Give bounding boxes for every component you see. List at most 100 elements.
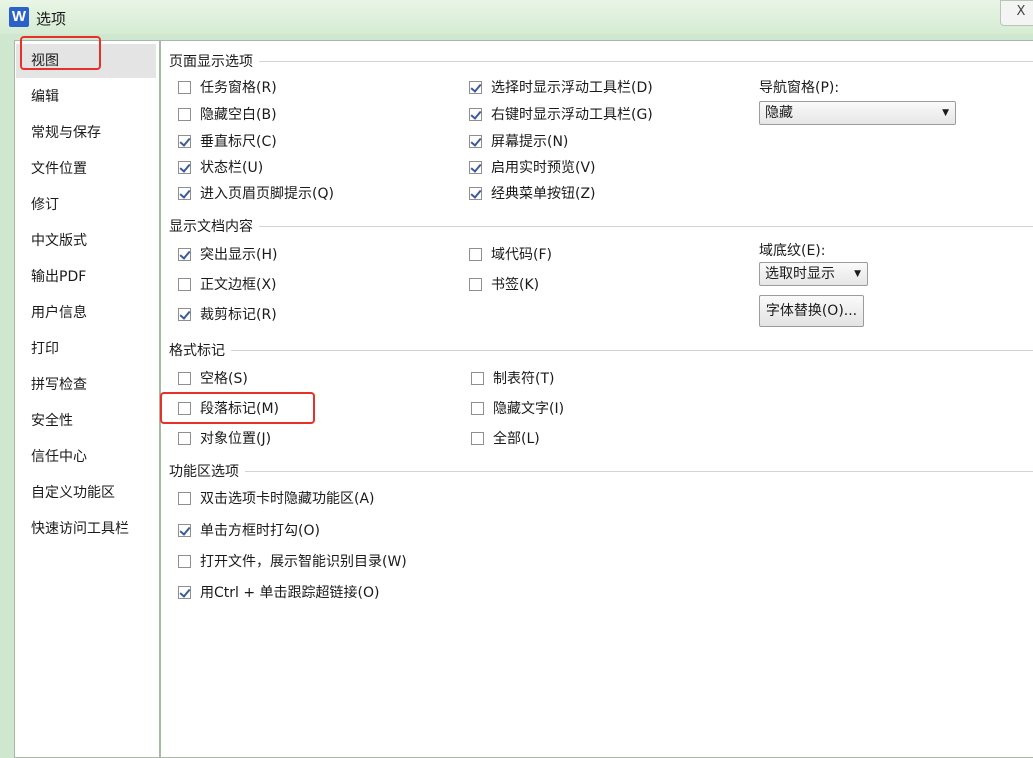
close-button[interactable]: X bbox=[1000, 0, 1033, 26]
section-divider bbox=[169, 226, 1033, 227]
options-content: 页面显示选项 任务窗格(R) 隐藏空白(B) 垂直标尺(C) 状态栏(U) 进入… bbox=[160, 40, 1033, 758]
option-label: 启用实时预览(V) bbox=[491, 160, 596, 176]
option-hide-whitespace[interactable]: 隐藏空白(B) bbox=[178, 104, 277, 124]
option-label: 域代码(F) bbox=[491, 247, 552, 263]
sidebar-item-trust-center[interactable]: 信任中心 bbox=[16, 440, 156, 474]
field-shading-label: 域底纹(E): bbox=[759, 243, 826, 259]
option-screen-tips[interactable]: 屏幕提示(N) bbox=[469, 131, 568, 151]
section-divider bbox=[169, 350, 1033, 351]
option-click-box-check[interactable]: 单击方框时打勾(O) bbox=[178, 520, 320, 540]
option-classic-menu[interactable]: 经典菜单按钮(Z) bbox=[469, 183, 596, 203]
option-text-boundaries[interactable]: 正文边框(X) bbox=[178, 274, 277, 294]
option-label: 全部(L) bbox=[493, 431, 540, 447]
option-float-toolbar-select[interactable]: 选择时显示浮动工具栏(D) bbox=[469, 77, 653, 97]
option-label: 右键时显示浮动工具栏(G) bbox=[491, 107, 653, 123]
dropdown-arrow-icon: ▼ bbox=[942, 108, 949, 118]
checkbox-header-footer-tip[interactable] bbox=[178, 186, 191, 200]
checkbox-bookmarks[interactable] bbox=[469, 277, 482, 291]
sidebar-item-edit[interactable]: 编辑 bbox=[16, 80, 156, 114]
option-label: 空格(S) bbox=[200, 371, 248, 387]
field-shading-select[interactable]: 选取时显示 ▼ bbox=[759, 262, 868, 286]
option-status-bar[interactable]: 状态栏(U) bbox=[178, 157, 263, 177]
checkbox-smart-toc[interactable] bbox=[178, 554, 191, 568]
checkbox-task-pane[interactable] bbox=[178, 80, 191, 94]
sidebar-item-security[interactable]: 安全性 bbox=[16, 404, 156, 438]
option-ctrl-click-hyperlink[interactable]: 用Ctrl + 单击跟踪超链接(O) bbox=[178, 582, 379, 602]
dropdown-arrow-icon: ▼ bbox=[854, 269, 861, 279]
sidebar-item-quick-access-toolbar[interactable]: 快速访问工具栏 bbox=[16, 512, 156, 546]
option-label: 制表符(T) bbox=[493, 371, 555, 387]
option-label: 隐藏空白(B) bbox=[200, 107, 277, 123]
option-header-footer-tip[interactable]: 进入页眉页脚提示(Q) bbox=[178, 183, 334, 203]
checkbox-classic-menu[interactable] bbox=[469, 186, 482, 200]
sidebar-item-print[interactable]: 打印 bbox=[16, 332, 156, 366]
option-object-anchors[interactable]: 对象位置(J) bbox=[178, 428, 271, 448]
option-label: 书签(K) bbox=[491, 277, 540, 293]
option-live-preview[interactable]: 启用实时预览(V) bbox=[469, 157, 596, 177]
option-label: 选择时显示浮动工具栏(D) bbox=[491, 80, 653, 96]
section-divider bbox=[169, 471, 1033, 472]
sidebar-item-spell-check[interactable]: 拼写检查 bbox=[16, 368, 156, 402]
option-label: 用Ctrl + 单击跟踪超链接(O) bbox=[200, 585, 380, 601]
option-label: 对象位置(J) bbox=[200, 431, 272, 447]
sidebar-item-chinese-layout[interactable]: 中文版式 bbox=[16, 224, 156, 258]
checkbox-object-anchors[interactable] bbox=[178, 431, 191, 445]
section-divider bbox=[169, 61, 1033, 62]
option-task-pane[interactable]: 任务窗格(R) bbox=[178, 77, 277, 97]
option-label: 单击方框时打勾(O) bbox=[200, 523, 320, 539]
sidebar-item-revisions[interactable]: 修订 bbox=[16, 188, 156, 222]
checkbox-doubleclick-hide-ribbon[interactable] bbox=[178, 491, 191, 505]
sidebar-item-general-save[interactable]: 常规与保存 bbox=[16, 116, 156, 150]
nav-pane-label: 导航窗格(P): bbox=[759, 80, 840, 96]
checkbox-crop-marks[interactable] bbox=[178, 307, 191, 321]
option-spaces[interactable]: 空格(S) bbox=[178, 368, 248, 388]
option-doubleclick-hide-ribbon[interactable]: 双击选项卡时隐藏功能区(A) bbox=[178, 488, 375, 508]
options-sidebar: 视图 编辑 常规与保存 文件位置 修订 中文版式 输出PDF 用户信息 打印 拼… bbox=[14, 40, 160, 758]
option-label: 双击选项卡时隐藏功能区(A) bbox=[200, 491, 375, 507]
checkbox-click-box-check[interactable] bbox=[178, 523, 191, 537]
title-bar: W 选项 X bbox=[0, 0, 1033, 34]
checkbox-float-toolbar-rightclick[interactable] bbox=[469, 107, 482, 121]
option-label: 段落标记(M) bbox=[200, 401, 280, 417]
option-smart-toc[interactable]: 打开文件，展示智能识别目录(W) bbox=[178, 551, 407, 571]
option-paragraph-marks[interactable]: 段落标记(M) bbox=[178, 398, 279, 418]
checkbox-tab-characters[interactable] bbox=[471, 371, 484, 385]
checkbox-status-bar[interactable] bbox=[178, 160, 191, 174]
sidebar-item-file-locations[interactable]: 文件位置 bbox=[16, 152, 156, 186]
option-hidden-text[interactable]: 隐藏文字(I) bbox=[471, 398, 564, 418]
checkbox-float-toolbar-select[interactable] bbox=[469, 80, 482, 94]
section-title-page-display: 页面显示选项 bbox=[169, 51, 259, 71]
option-float-toolbar-rightclick[interactable]: 右键时显示浮动工具栏(G) bbox=[469, 104, 653, 124]
checkbox-spaces[interactable] bbox=[178, 371, 191, 385]
field-shading-value: 选取时显示 bbox=[765, 266, 835, 282]
option-all-marks[interactable]: 全部(L) bbox=[471, 428, 540, 448]
option-highlight[interactable]: 突出显示(H) bbox=[178, 244, 277, 264]
option-label: 屏幕提示(N) bbox=[491, 134, 569, 150]
checkbox-all-marks[interactable] bbox=[471, 431, 484, 445]
option-label: 垂直标尺(C) bbox=[200, 134, 277, 150]
checkbox-hidden-text[interactable] bbox=[471, 401, 484, 415]
option-label: 任务窗格(R) bbox=[200, 80, 277, 96]
checkbox-vertical-ruler[interactable] bbox=[178, 134, 191, 148]
nav-pane-select[interactable]: 隐藏 ▼ bbox=[759, 101, 956, 125]
checkbox-live-preview[interactable] bbox=[469, 160, 482, 174]
sidebar-item-user-info[interactable]: 用户信息 bbox=[16, 296, 156, 330]
sidebar-item-output-pdf[interactable]: 输出PDF bbox=[16, 260, 156, 294]
checkbox-text-boundaries[interactable] bbox=[178, 277, 191, 291]
option-bookmarks[interactable]: 书签(K) bbox=[469, 274, 539, 294]
checkbox-highlight[interactable] bbox=[178, 247, 191, 261]
option-tab-characters[interactable]: 制表符(T) bbox=[471, 368, 554, 388]
font-substitution-button[interactable]: 字体替换(O)... bbox=[759, 295, 864, 327]
checkbox-screen-tips[interactable] bbox=[469, 134, 482, 148]
checkbox-hide-whitespace[interactable] bbox=[178, 107, 191, 121]
checkbox-paragraph-marks[interactable] bbox=[178, 401, 191, 415]
option-field-codes[interactable]: 域代码(F) bbox=[469, 244, 552, 264]
option-label: 隐藏文字(I) bbox=[493, 401, 565, 417]
checkbox-ctrl-click-hyperlink[interactable] bbox=[178, 585, 191, 599]
sidebar-item-customize-ribbon[interactable]: 自定义功能区 bbox=[16, 476, 156, 510]
sidebar-item-view[interactable]: 视图 bbox=[16, 44, 156, 78]
checkbox-field-codes[interactable] bbox=[469, 247, 482, 261]
option-label: 进入页眉页脚提示(Q) bbox=[200, 186, 334, 202]
option-crop-marks[interactable]: 裁剪标记(R) bbox=[178, 304, 277, 324]
option-vertical-ruler[interactable]: 垂直标尺(C) bbox=[178, 131, 277, 151]
